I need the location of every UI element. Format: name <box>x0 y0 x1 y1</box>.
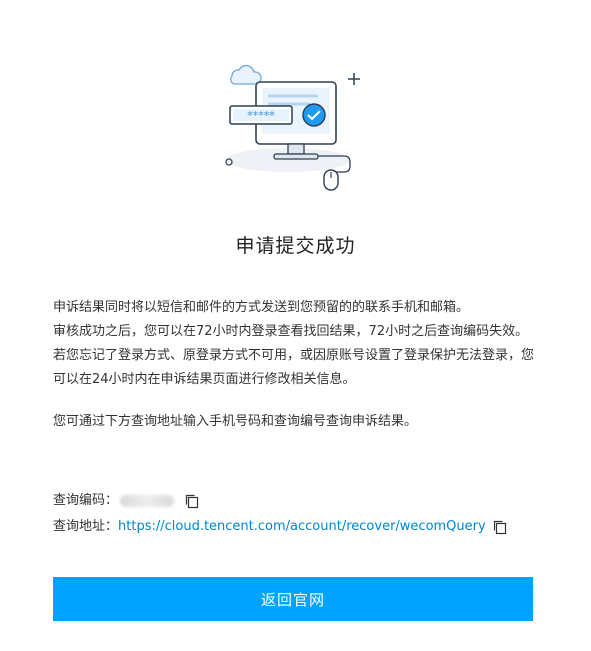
description-line-4: 您可通过下方查询地址输入手机号码和查询编号查询申诉结果。 <box>53 414 418 429</box>
query-code-value-masked <box>120 495 175 507</box>
success-illustration: ***** <box>210 52 380 198</box>
page-title: 申请提交成功 <box>235 235 356 257</box>
description-line-2: 审核成功之后，您可以在72小时内登录查看找回结果，72小时之后查询编码失效。 <box>53 324 529 339</box>
copy-icon[interactable] <box>492 519 508 535</box>
query-code-row: 查询编码： <box>53 488 553 514</box>
password-mask-text: ***** <box>247 109 275 122</box>
query-url-row: 查询地址： https://cloud.tencent.com/account/… <box>53 514 553 540</box>
back-to-homepage-button[interactable]: 返回官网 <box>53 577 533 621</box>
result-description: 申诉结果同时将以短信和邮件的方式发送到您预留的的联系手机和邮箱。 审核成功之后，… <box>53 296 543 434</box>
description-line-3: 若您忘记了登录方式、原登录方式不可用，或因原账号设置了登录保护无法登录，您可以在… <box>53 348 535 387</box>
query-info: 查询编码： 查询地址： https://cloud.tencent.com/ac… <box>53 488 553 540</box>
copy-icon[interactable] <box>184 493 200 509</box>
query-url-link[interactable]: https://cloud.tencent.com/account/recove… <box>118 514 486 540</box>
password-field-graphic: ***** <box>229 105 293 125</box>
checkmark-icon <box>302 103 326 127</box>
description-line-1: 申诉结果同时将以短信和邮件的方式发送到您预留的的联系手机和邮箱。 <box>53 300 470 315</box>
query-code-label: 查询编码： <box>53 493 119 508</box>
query-url-label: 查询地址： <box>53 519 119 534</box>
cloud-icon <box>230 64 262 85</box>
plus-icon <box>348 73 360 85</box>
